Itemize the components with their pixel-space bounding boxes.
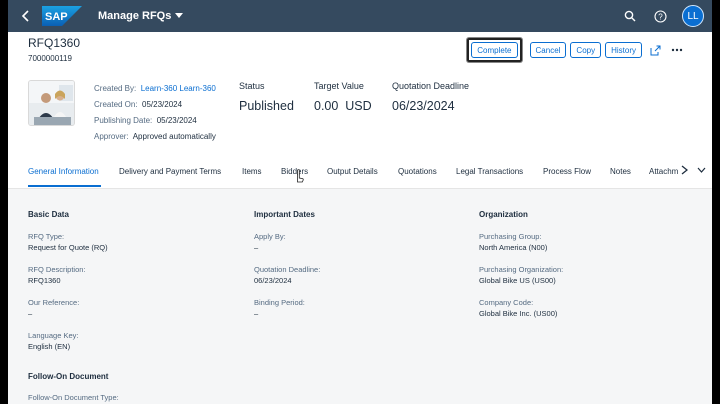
target-value-value: 0.00 USD (314, 99, 372, 113)
important-dates-title: Important Dates (254, 210, 315, 219)
rfq-type-value: Request for Quote (RQ) (28, 243, 108, 252)
overflow-icon[interactable] (668, 42, 686, 58)
created-by-label: Created By: (94, 84, 137, 93)
important-dates-group: Important Dates Apply By: – Quotation Dea… (254, 210, 320, 330)
tab-general-information[interactable]: General Information (28, 167, 99, 176)
tab-notes[interactable]: Notes (610, 167, 631, 176)
company-code-value: Global Bike Inc. (US00) (479, 309, 558, 318)
tab-legal-transactions[interactable]: Legal Transactions (456, 167, 523, 176)
language-key-value: English (EN) (28, 342, 71, 351)
purchasing-group-value: North America (N00) (479, 243, 548, 252)
copy-button[interactable]: Copy (570, 42, 602, 58)
our-reference-label: Our Reference: (28, 298, 80, 307)
history-button[interactable]: History (605, 42, 642, 58)
active-tab-indicator (28, 185, 101, 187)
follow-on-document-type-label: Follow-On Document Type: (28, 393, 119, 402)
search-icon[interactable] (622, 8, 638, 24)
page-title: RFQ1360 (28, 36, 81, 50)
tab-items[interactable]: Items (242, 167, 262, 176)
target-value-kpi: Target Value 0.00 USD (314, 81, 372, 113)
tab-delivery-payment-terms[interactable]: Delivery and Payment Terms (119, 167, 221, 176)
follow-on-document-title: Follow-On Document (28, 372, 109, 381)
app-title: Manage RFQs (98, 10, 172, 22)
our-reference-value: – (28, 309, 33, 318)
status-kpi: Status Published (239, 81, 294, 113)
complete-button[interactable]: Complete (471, 42, 518, 58)
language-key-label: Language Key: (28, 331, 79, 340)
deadline-value: 06/23/2024 (392, 99, 455, 113)
rfq-description-value: RFQ1360 (28, 276, 61, 285)
target-value-label: Target Value (314, 81, 364, 91)
chevron-down-icon[interactable] (697, 165, 706, 175)
tab-quotations[interactable]: Quotations (398, 167, 437, 176)
basic-data-group: Basic Data RFQ Type: Request for Quote (R… (28, 210, 108, 363)
header-actions: Complete Cancel Copy History (467, 38, 686, 62)
quotation-deadline-value: 06/23/2024 (254, 276, 292, 285)
purchasing-organization-value: Global Bike US (US00) (479, 276, 556, 285)
purchasing-group-label: Purchasing Group: (479, 232, 542, 241)
svg-text:?: ? (658, 12, 663, 21)
avatar[interactable]: LL (682, 5, 704, 27)
binding-period-label: Binding Period: (254, 298, 305, 307)
chevron-right-icon[interactable] (681, 165, 689, 178)
cancel-button[interactable]: Cancel (529, 42, 567, 58)
tab-bar: General Information Delivery and Payment… (8, 156, 712, 189)
caret-down-icon (175, 13, 184, 18)
mouse-pointer-icon (297, 169, 304, 183)
rfq-type-label: RFQ Type: (28, 232, 65, 241)
approver-value: Approved automatically (132, 132, 216, 141)
tab-output-details[interactable]: Output Details (327, 167, 378, 176)
approver-label: Approver: (94, 132, 129, 141)
svg-text:SAP: SAP (45, 11, 68, 23)
share-icon[interactable] (646, 42, 664, 58)
status-label: Status (239, 81, 265, 91)
app-title-menu[interactable]: Manage RFQs (98, 10, 184, 22)
sap-logo[interactable]: SAP (42, 6, 82, 26)
binding-period-value: – (254, 309, 259, 318)
created-on-label: Created On: (94, 100, 138, 109)
quotation-deadline-label: Quotation Deadline: (254, 265, 321, 274)
company-code-label: Company Code: (479, 298, 534, 307)
header-image (28, 80, 75, 126)
publishing-date-value: 05/23/2024 (156, 116, 197, 125)
purchasing-organization-label: Purchasing Organization: (479, 265, 564, 274)
back-arrow-icon[interactable] (12, 0, 40, 32)
general-information-section: Basic Data RFQ Type: Request for Quote (R… (8, 190, 712, 404)
app-window: SAP Manage RFQs ? LL RFQ1360 7000000119 … (8, 0, 712, 404)
publishing-date-label: Publishing Date: (94, 116, 153, 125)
rfq-description-label: RFQ Description: (28, 265, 86, 274)
deadline-label: Quotation Deadline (392, 81, 470, 91)
rfq-number: 7000000119 (28, 54, 72, 63)
object-header: RFQ1360 7000000119 Complete Cancel Copy … (8, 32, 712, 156)
created-by-link[interactable]: Learn-360 Learn-360 (141, 84, 216, 93)
status-value: Published (239, 99, 294, 113)
help-icon[interactable]: ? (652, 8, 668, 24)
tab-attachments[interactable]: Attachm (649, 167, 679, 176)
highlight-box: Complete (467, 38, 522, 62)
tab-process-flow[interactable]: Process Flow (543, 167, 591, 176)
deadline-kpi: Quotation Deadline 06/23/2024 (392, 81, 469, 113)
organization-title: Organization (479, 210, 528, 219)
organization-group: Organization Purchasing Group: North Amer… (479, 210, 563, 330)
basic-data-title: Basic Data (28, 210, 69, 219)
header-facts: Created By: Learn-360 Learn-360 Created … (94, 81, 216, 145)
shell-bar: SAP Manage RFQs ? LL (8, 0, 712, 32)
apply-by-label: Apply By: (254, 232, 286, 241)
created-on-value: 05/23/2024 (142, 100, 183, 109)
apply-by-value: – (254, 243, 259, 252)
